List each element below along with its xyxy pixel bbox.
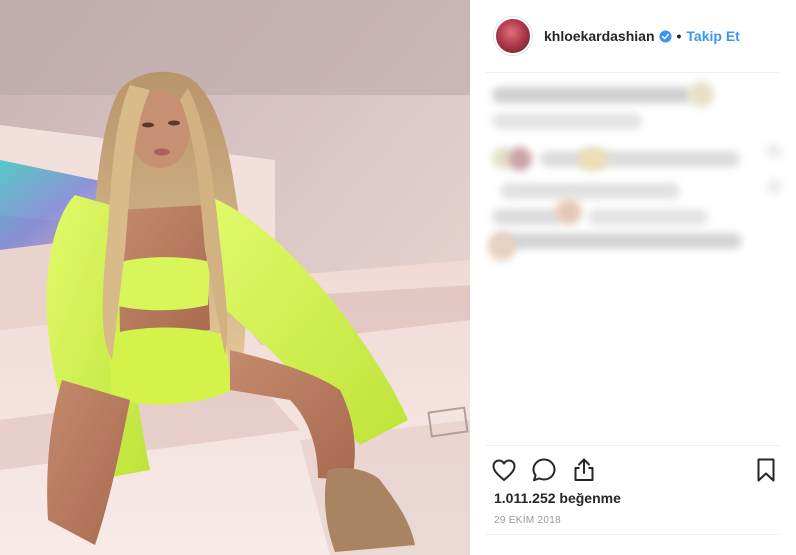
comment-icon[interactable] xyxy=(530,456,558,484)
username-link[interactable]: khloekardashian xyxy=(544,28,655,44)
blurred-like-icon xyxy=(766,179,782,195)
blurred-comment xyxy=(492,233,742,249)
blurred-comment xyxy=(540,151,740,167)
blurred-avatar xyxy=(688,81,714,107)
blurred-avatar xyxy=(488,233,516,261)
follow-button[interactable]: Takip Et xyxy=(686,28,739,44)
blurred-emoji xyxy=(578,147,608,171)
blurred-comment xyxy=(492,87,692,103)
blurred-comment xyxy=(492,209,562,225)
share-icon[interactable] xyxy=(570,456,598,484)
actions-divider xyxy=(486,445,780,446)
post-photo[interactable] xyxy=(0,0,470,555)
header-separator: • xyxy=(676,28,682,44)
blurred-avatar xyxy=(556,199,582,225)
comment-input-divider xyxy=(486,534,780,535)
avatar[interactable] xyxy=(494,17,532,55)
blurred-comment xyxy=(500,183,680,199)
blurred-avatar xyxy=(508,147,532,171)
bookmark-icon[interactable] xyxy=(752,456,780,484)
post-actions xyxy=(470,452,796,488)
blurred-like-icon xyxy=(766,143,782,159)
verified-badge-icon xyxy=(658,29,672,43)
post-date[interactable]: 29 EKİM 2018 xyxy=(494,515,561,526)
likes-count[interactable]: 1.011.252 beğenme xyxy=(494,490,621,506)
heart-icon[interactable] xyxy=(490,456,518,484)
photo-illustration xyxy=(0,0,470,555)
post-side-panel: khloekardashian • Takip Et 1.011.252 beğ… xyxy=(470,0,796,555)
post-header: khloekardashian • Takip Et xyxy=(470,0,796,72)
blurred-comment xyxy=(588,209,708,225)
comments-section xyxy=(470,73,796,445)
blurred-comment xyxy=(492,113,642,129)
